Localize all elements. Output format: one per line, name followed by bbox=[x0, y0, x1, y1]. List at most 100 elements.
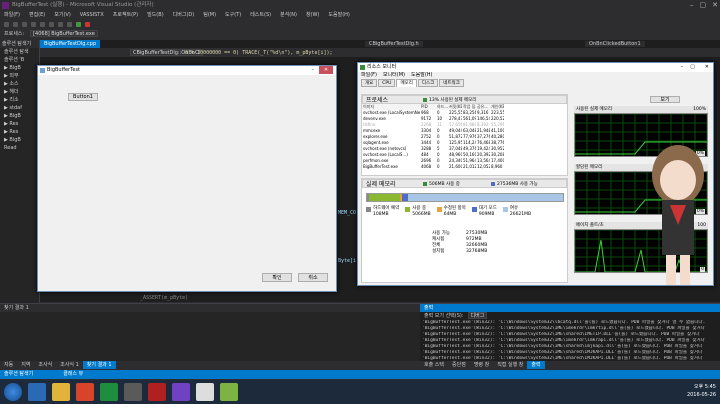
bottom-left-tabs: 자동 지역 조사식 조사식 1 찾기 결과 1 bbox=[0, 361, 420, 370]
solution-item[interactable]: ▶ 외부 bbox=[0, 72, 39, 80]
stop-icon[interactable] bbox=[85, 22, 90, 27]
menu-item-12[interactable]: 도움말(H) bbox=[328, 11, 349, 20]
bottom-tab[interactable]: 조사식 1 bbox=[56, 361, 83, 369]
menu-item-11[interactable]: 창(W) bbox=[306, 11, 319, 20]
status-solution-explorer[interactable]: 솔루션 탐색기 bbox=[4, 370, 33, 379]
bottom-tab[interactable]: 중단점 bbox=[448, 361, 470, 369]
button1[interactable]: Button1 bbox=[68, 93, 98, 101]
mem-bar-free bbox=[408, 194, 563, 201]
memory-section-header[interactable]: 실제 메모리 506MB 사용 중 27536MB 사용 가능 bbox=[362, 179, 567, 188]
dialog-minimize-icon[interactable]: – bbox=[312, 66, 315, 75]
menu-item-0[interactable]: 파일(F) bbox=[4, 11, 20, 20]
dialog-close-icon[interactable]: ✕ bbox=[319, 66, 333, 74]
solution-item[interactable]: ▶ BigB bbox=[0, 64, 39, 72]
continue-icon[interactable] bbox=[76, 22, 81, 27]
tab-function-label[interactable]: OnBnClickedButton1 bbox=[585, 41, 645, 47]
output-source-select[interactable]: 디버그 bbox=[467, 312, 488, 319]
legend-value: 26621MB bbox=[509, 212, 532, 217]
resmon-tab-4[interactable]: 네트워크 bbox=[439, 79, 464, 87]
resmon-tab-0[interactable]: 개요 bbox=[361, 79, 378, 87]
redo-icon[interactable] bbox=[67, 22, 72, 27]
tab-header-file[interactable]: CBigBufferTestDlg.h bbox=[365, 40, 423, 48]
bottom-tab[interactable]: 호출 스택 bbox=[420, 361, 448, 369]
bottom-tab[interactable]: 직접 실행 창 bbox=[493, 361, 527, 369]
maximize-icon[interactable]: ▢ bbox=[700, 0, 707, 11]
status-class-view[interactable]: 클래스 뷰 bbox=[63, 370, 83, 379]
legend-value: 108MB bbox=[373, 212, 389, 217]
open-icon[interactable] bbox=[31, 22, 36, 27]
menu-item-2[interactable]: 보기(V) bbox=[54, 11, 71, 20]
solution-item[interactable]: ▶ Res bbox=[0, 120, 39, 128]
back-icon[interactable] bbox=[4, 22, 9, 27]
tab-header-label[interactable]: CBigBufferTestDlg.h bbox=[365, 41, 423, 47]
resmon-menu-item[interactable]: 도움말(H) bbox=[411, 72, 432, 79]
ok-button[interactable]: 확인 bbox=[262, 273, 292, 282]
visual-studio-icon[interactable] bbox=[172, 383, 190, 401]
solution-item[interactable]: 솔루션 'B bbox=[0, 56, 39, 64]
close-icon[interactable]: ✕ bbox=[712, 0, 718, 11]
bottom-tab[interactable]: 지역 bbox=[17, 361, 34, 369]
explorer-icon[interactable] bbox=[52, 383, 70, 401]
menu-item-6[interactable]: 디버그(D) bbox=[173, 11, 195, 20]
cpu-usage-text: 13% 사용된 실제 메모리 bbox=[429, 98, 477, 103]
forward-icon[interactable] bbox=[13, 22, 18, 27]
start-button-icon[interactable] bbox=[4, 383, 22, 401]
process-section-header[interactable]: 프로세스 13% 사용된 실제 메모리 bbox=[362, 95, 567, 104]
menu-item-4[interactable]: 프로젝트(P) bbox=[113, 11, 138, 20]
solution-item[interactable]: ▶ BigB bbox=[0, 136, 39, 144]
solution-item[interactable]: ▶ Res bbox=[0, 128, 39, 136]
solution-item[interactable]: ▶ 소스 bbox=[0, 80, 39, 88]
resmon-menu-item[interactable]: 파일(F) bbox=[361, 72, 377, 79]
solution-item[interactable]: ▶ 리소 bbox=[0, 96, 39, 104]
undo-icon[interactable] bbox=[58, 22, 63, 27]
resmon-tab-1[interactable]: CPU bbox=[378, 79, 396, 87]
tab-function[interactable]: OnBnClickedButton1 bbox=[585, 40, 645, 48]
memory-panel: 실제 메모리 506MB 사용 중 27536MB 사용 가능 하드웨어 예약 1… bbox=[361, 178, 568, 283]
bottom-tab[interactable]: 자동 bbox=[0, 361, 17, 369]
solution-item[interactable]: ▶ BigB bbox=[0, 112, 39, 120]
process-select[interactable]: [4068] BigBufferTest.exe bbox=[30, 30, 98, 37]
output-source-label: 출력 보기 선택(S): bbox=[424, 313, 464, 319]
solution-item[interactable]: ▶ stdaf bbox=[0, 104, 39, 112]
menu-item-3[interactable]: VASSISTX bbox=[80, 11, 104, 20]
output-text[interactable]: 'BigBufferTest.exe'(Win32): 'C:\Windows\… bbox=[420, 320, 720, 362]
resmon-menu-item[interactable]: 모니터(M) bbox=[383, 72, 405, 79]
menu-item-1[interactable]: 편집(E) bbox=[29, 11, 45, 20]
resmon-taskbar-icon[interactable] bbox=[220, 383, 238, 401]
menu-item-7[interactable]: 팀(M) bbox=[203, 11, 216, 20]
resmon-minimize-icon[interactable]: – bbox=[681, 63, 684, 72]
resmon-maximize-icon[interactable]: ▢ bbox=[690, 63, 695, 72]
ie-icon[interactable] bbox=[28, 383, 46, 401]
app-icon-green[interactable] bbox=[100, 383, 118, 401]
table-cell: 4068 bbox=[421, 164, 432, 169]
cancel-button[interactable]: 취소 bbox=[298, 273, 328, 282]
new-project-icon[interactable] bbox=[22, 22, 27, 27]
media-icon[interactable] bbox=[76, 383, 94, 401]
bottom-tab[interactable]: 출력 bbox=[527, 361, 545, 369]
app-icon-gray[interactable] bbox=[124, 383, 142, 401]
window-icon[interactable] bbox=[196, 383, 214, 401]
clock[interactable]: 오후 5:45 2016-05-26 bbox=[687, 383, 716, 399]
view-button[interactable]: 보기 bbox=[650, 96, 680, 103]
resmon-tab-2[interactable]: 메모리 bbox=[396, 79, 417, 87]
menu-item-8[interactable]: 도구(T) bbox=[225, 11, 241, 20]
bottom-tab[interactable]: 찾기 결과 1 bbox=[82, 361, 116, 369]
bottom-tab[interactable]: 조사식 bbox=[34, 361, 56, 369]
minimize-icon[interactable]: – bbox=[690, 0, 694, 11]
menu-item-9[interactable]: 테스트(S) bbox=[250, 11, 271, 20]
app-icon-red[interactable] bbox=[148, 383, 166, 401]
graph-title: 할당된 메모리 bbox=[576, 165, 603, 170]
solution-item[interactable]: 솔루션 탐색 bbox=[0, 48, 39, 56]
solution-item[interactable]: Read bbox=[0, 144, 39, 152]
tab-bigbuffertestdlg-cpp[interactable]: BigBufferTestDlg.cpp bbox=[40, 40, 101, 48]
resmon-close-icon[interactable]: ✕ bbox=[705, 63, 709, 72]
menu-item-5[interactable]: 빌드(B) bbox=[147, 11, 164, 20]
resmon-tab-3[interactable]: 디스크 bbox=[417, 79, 439, 87]
save-icon[interactable] bbox=[40, 22, 45, 27]
bottom-tab[interactable]: 명령 창 bbox=[470, 361, 493, 369]
resmon-icon bbox=[360, 65, 365, 70]
solution-item[interactable]: ▶ 헤더 bbox=[0, 88, 39, 96]
legend-value: 909MB bbox=[478, 212, 495, 217]
menu-item-10[interactable]: 분석(N) bbox=[280, 11, 297, 20]
save-all-icon[interactable] bbox=[49, 22, 54, 27]
